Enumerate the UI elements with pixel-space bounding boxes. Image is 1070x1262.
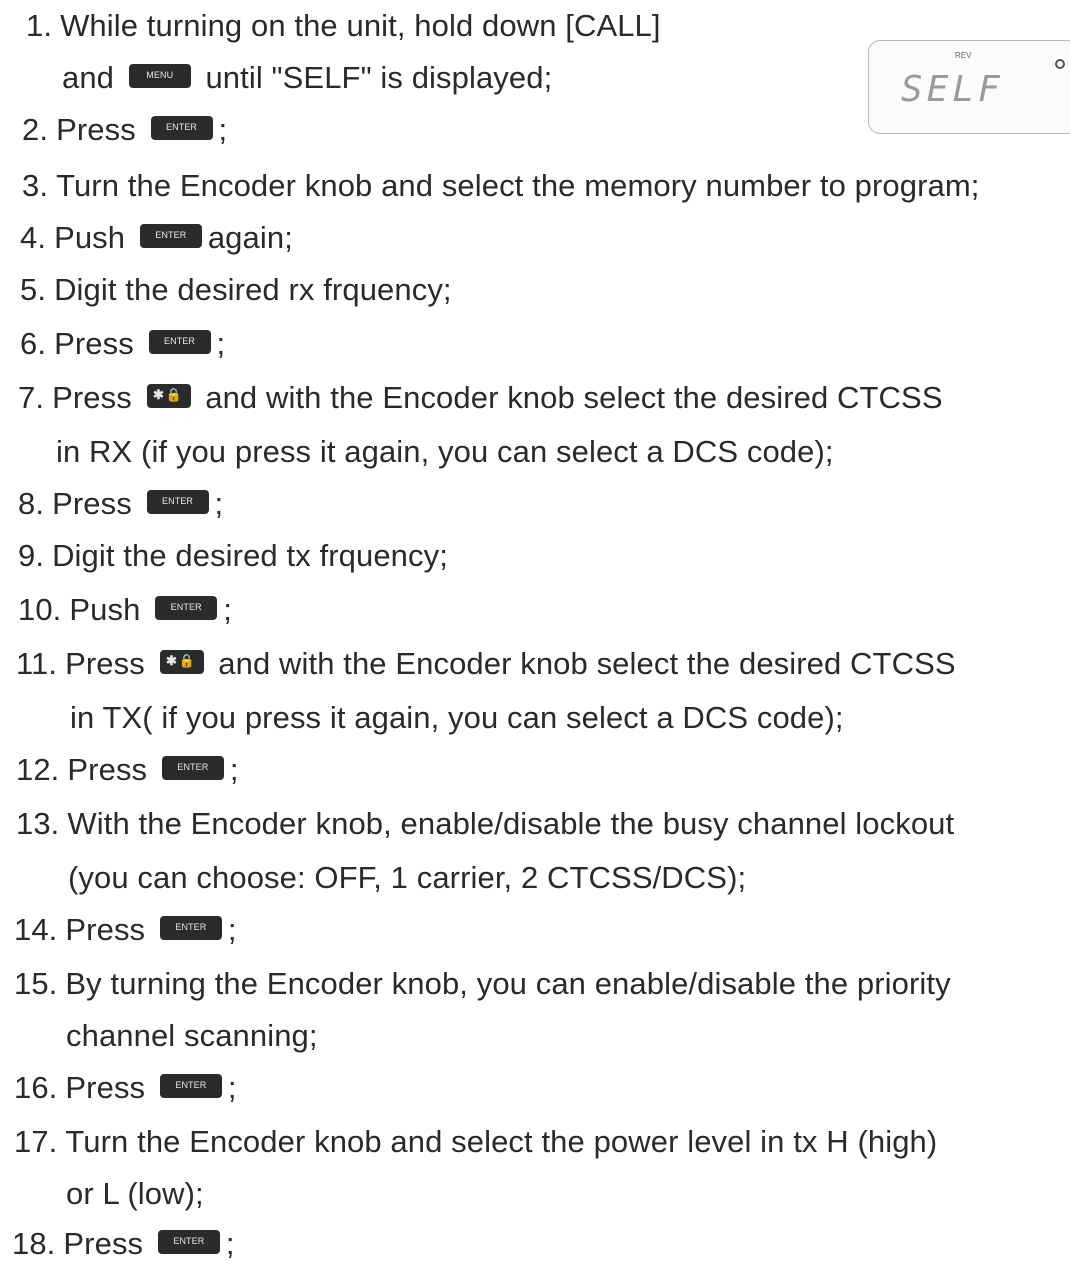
step-9: 9. Digit the desired tx frquency; xyxy=(18,538,448,573)
step-15: 15. By turning the Encoder knob, you can … xyxy=(14,966,951,1001)
star-lock-key-icon: ✱🔒 xyxy=(159,649,204,674)
enter-key-icon: ENTER xyxy=(159,1073,222,1098)
enter-key-icon: ENTER xyxy=(150,115,213,140)
enter-key-icon: ENTER xyxy=(146,489,209,514)
enter-key-icon: ENTER xyxy=(148,329,211,354)
step-10: 10. Push ENTER; xyxy=(18,592,232,627)
step-12: 12. Press ENTER; xyxy=(16,752,239,787)
step-17-cont: or L (low); xyxy=(66,1176,204,1211)
step-4: 4. Push ENTER again; xyxy=(20,220,293,255)
enter-key-icon: ENTER xyxy=(161,755,224,780)
step-5: 5. Digit the desired rx frquency; xyxy=(20,272,452,307)
step-11: 11. Press ✱🔒 and with the Encoder knob se… xyxy=(16,646,956,681)
enter-key-icon: ENTER xyxy=(155,595,218,620)
manual-page: REV SELF 1. While turning on the unit, ho… xyxy=(0,0,1070,1261)
step-11-cont: in TX( if you press it again, you can se… xyxy=(70,700,844,735)
step-1: 1. While turning on the unit, hold down [… xyxy=(26,8,661,43)
step-2: 2. Press ENTER; xyxy=(22,112,228,147)
star-lock-key-icon: ✱🔒 xyxy=(146,383,191,408)
step-16: 16. Press ENTER; xyxy=(14,1070,237,1105)
lcd-indicator-icon xyxy=(1055,59,1065,69)
step-13-cont: (you can choose: OFF, 1 carrier, 2 CTCSS… xyxy=(68,860,747,895)
enter-key-icon: ENTER xyxy=(159,915,222,940)
step-14: 14. Press ENTER; xyxy=(14,912,237,947)
step-1-cont: and MENU until "SELF" is displayed; xyxy=(62,60,553,95)
lcd-display-illustration: REV SELF xyxy=(868,40,1070,134)
step-8: 8. Press ENTER; xyxy=(18,486,224,521)
enter-key-icon: ENTER xyxy=(139,223,202,248)
step-15-cont: channel scanning; xyxy=(66,1018,318,1053)
lcd-rev-label: REV xyxy=(955,51,972,60)
step-6: 6. Press ENTER; xyxy=(20,326,226,361)
step-17: 17. Turn the Encoder knob and select the … xyxy=(14,1124,938,1159)
menu-key-icon: MENU xyxy=(128,63,191,88)
step-7: 7. Press ✱🔒 and with the Encoder knob sel… xyxy=(18,380,943,415)
step-3: 3. Turn the Encoder knob and select the m… xyxy=(22,168,980,203)
step-18: 18. Press ENTER; xyxy=(12,1226,235,1261)
step-13: 13. With the Encoder knob, enable/disable… xyxy=(16,806,955,841)
enter-key-icon: ENTER xyxy=(157,1229,220,1254)
step-7-cont: in RX (if you press it again, you can se… xyxy=(56,434,834,469)
lcd-self-text: SELF xyxy=(901,69,1004,110)
